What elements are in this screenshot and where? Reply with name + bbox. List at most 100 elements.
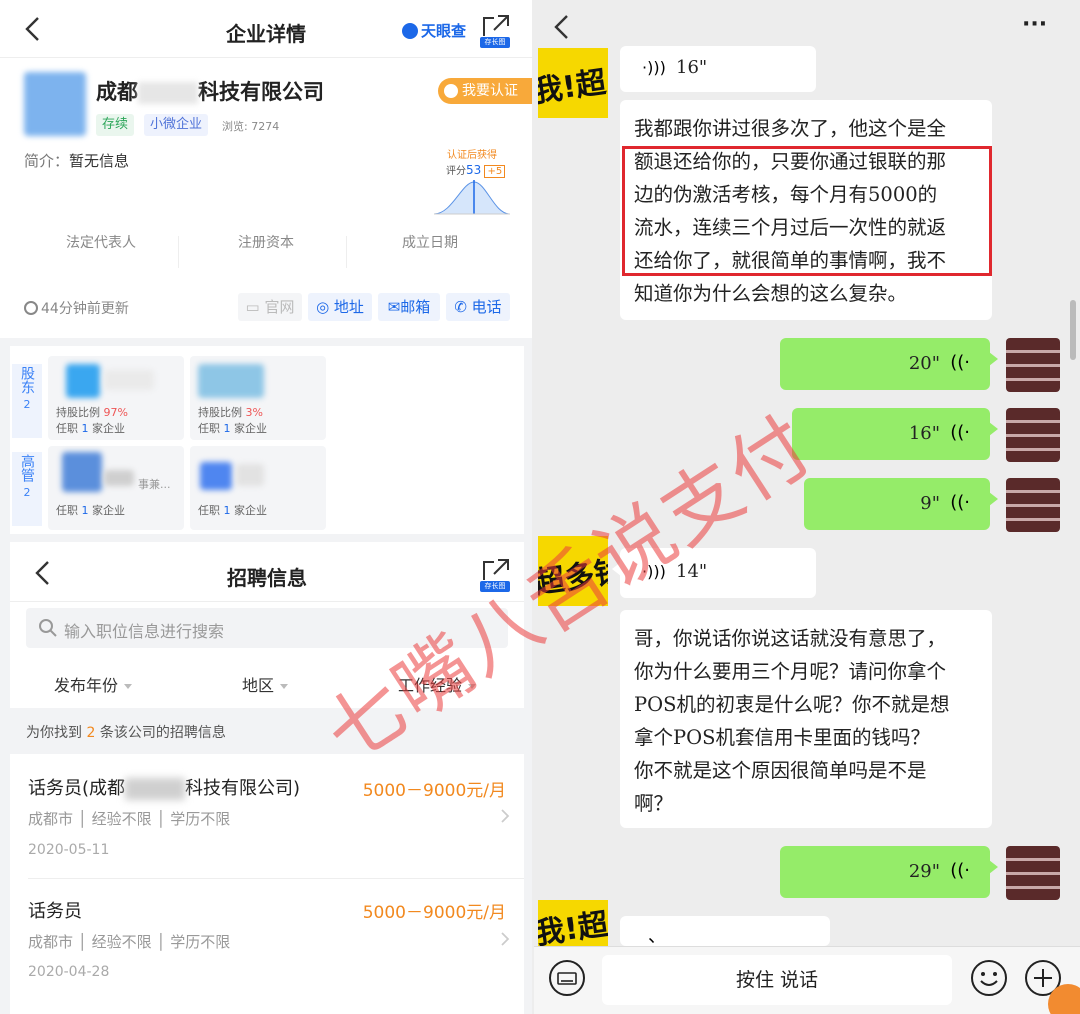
link-website[interactable]: ▭ 官网	[238, 293, 302, 321]
role-suffix: 家企业	[92, 504, 125, 517]
role-prefix: 任职	[198, 504, 220, 517]
voice-duration: 9"	[920, 493, 940, 514]
blurred-name	[104, 370, 154, 390]
my-avatar[interactable]	[1006, 478, 1060, 532]
caret-down-icon	[280, 684, 289, 689]
job-salary: 5000－9000元/月	[362, 781, 506, 801]
role-prefix: 任职	[198, 422, 220, 435]
voice-message-out[interactable]: 20" ((·	[780, 338, 998, 390]
more-icon[interactable]: ···	[1022, 12, 1047, 37]
company-name: 成都 科技有限公司	[96, 76, 324, 106]
shareholder-card-2[interactable]: 持股比例 3% 任职 1 家企业	[190, 356, 326, 440]
search-placeholder: 输入职位信息进行搜索	[64, 622, 225, 641]
voice-message-in[interactable]: ·))) 14"	[612, 548, 816, 598]
update-text: 44分钟前更新	[41, 301, 129, 317]
emoji-icon[interactable]	[970, 959, 1008, 997]
voice-wave-icon: ((·	[950, 422, 970, 443]
job-experience: 经验不限	[91, 933, 152, 951]
job-date: 2020-04-28	[28, 964, 110, 980]
voice-message-out[interactable]: 16" ((·	[792, 408, 998, 460]
voice-message-out[interactable]: 9" ((·	[804, 478, 998, 530]
stat-legal-rep[interactable]: 法定代表人	[66, 232, 136, 252]
filter-region[interactable]: 地区	[242, 672, 289, 696]
link-phone-label: 电话	[471, 298, 502, 316]
manager-label[interactable]: 高管 2	[12, 452, 42, 526]
check-icon	[444, 84, 458, 98]
back-icon[interactable]	[552, 14, 572, 40]
refresh-icon	[24, 301, 38, 315]
score-line: 评分53 +5	[446, 162, 506, 178]
voice-wave-icon: ((·	[950, 492, 970, 513]
manager-count: 2	[23, 486, 31, 499]
job-title-prefix: 话务员(成都	[28, 778, 126, 799]
manager-card-2[interactable]: 任职 1 家企业	[190, 446, 326, 530]
filter-year[interactable]: 发布年份	[54, 672, 133, 696]
contact-avatar[interactable]: 超多钱	[538, 536, 608, 606]
share-long-image-button[interactable]: 存长图	[480, 558, 510, 592]
scrollbar[interactable]	[1070, 300, 1076, 360]
job-meta: 成都市 │ 经验不限 │ 学历不限	[28, 933, 231, 951]
screenshot-root: 企业详情 天眼查 存长图 成都 科技有限公司 我要认证 存续 小微企业 浏览: 7…	[0, 0, 1080, 1014]
chat-input-bar: 按住 说话	[534, 946, 1080, 1014]
intro-value: 暂无信息	[69, 152, 130, 170]
score-chart-title: 认证后获得	[447, 150, 497, 161]
link-phone[interactable]: ✆ 电话	[446, 293, 510, 321]
job-title: 话务员(成都 科技有限公司)	[28, 774, 300, 800]
certify-label: 我要认证	[462, 83, 518, 99]
blurred-name	[138, 82, 198, 104]
stat-founded[interactable]: 成立日期	[402, 232, 458, 252]
logo-icon	[402, 22, 418, 39]
share-ratio: 持股比例 97%	[56, 404, 128, 420]
job-education: 学历不限	[170, 810, 231, 828]
company-name-suffix: 科技有限公司	[198, 80, 324, 104]
score-chart[interactable]: 认证后获得 评分53 +5	[432, 146, 512, 218]
divider	[178, 236, 179, 268]
job-search-input[interactable]: 输入职位信息进行搜索	[26, 608, 508, 648]
manager-card-1[interactable]: 事兼... 任职 1 家企业	[48, 446, 184, 530]
role-suffix: 家企业	[92, 422, 125, 435]
my-avatar[interactable]	[1006, 846, 1060, 900]
shareholder-label-text: 股东	[19, 366, 35, 394]
shareholder-count: 2	[23, 398, 31, 411]
share-long-image-button[interactable]: 存长图	[480, 14, 510, 48]
mail-icon: ✉	[387, 298, 401, 316]
search-icon	[39, 619, 57, 637]
voice-message-out[interactable]: 29" ((·	[780, 846, 998, 898]
link-email-label: 邮箱	[400, 298, 431, 316]
share-ratio: 持股比例 3%	[198, 404, 263, 420]
intro-label: 简介：	[24, 152, 70, 170]
message-line: 我都跟你讲过很多次了，他这个是全	[634, 117, 947, 140]
contact-avatar[interactable]: 我!超	[538, 48, 608, 118]
shareholder-label[interactable]: 股东 2	[12, 364, 42, 438]
divider	[28, 878, 524, 879]
contact-avatar[interactable]: 我!超	[538, 900, 608, 946]
certify-button[interactable]: 我要认证	[438, 78, 532, 104]
avatar	[198, 364, 264, 398]
shareholder-card-1[interactable]: 持股比例 97% 任职 1 家企业	[48, 356, 184, 440]
company-name-prefix: 成都	[96, 80, 138, 104]
link-website-label: 官网	[264, 298, 295, 316]
role-info: 任职 1 家企业	[56, 420, 125, 436]
link-address[interactable]: ◎ 地址	[308, 293, 372, 321]
update-info: 44分钟前更新	[24, 298, 129, 318]
my-avatar[interactable]	[1006, 338, 1060, 392]
hold-to-talk-button[interactable]: 按住 说话	[602, 955, 952, 1005]
result-bar: 为你找到 2 条该公司的招聘信息	[10, 708, 524, 754]
role-info: 任职 1 家企业	[56, 502, 125, 518]
location-icon: ◎	[316, 298, 334, 316]
my-avatar[interactable]	[1006, 408, 1060, 462]
status-badge: 存续	[96, 114, 135, 136]
message-line: 你不就是这个原因很简单吗是不是	[634, 759, 927, 782]
keyboard-icon[interactable]	[548, 959, 586, 997]
share-badge: 存长图	[480, 37, 510, 48]
filter-experience[interactable]: 工作经验	[398, 672, 477, 696]
voice-message-in[interactable]: ·))) 16"	[620, 46, 816, 92]
blurred-name	[125, 778, 186, 800]
tianyancha-logo: 天眼查	[402, 20, 466, 41]
voice-wave-icon: ((·	[950, 352, 970, 373]
link-email[interactable]: ✉邮箱	[378, 293, 440, 321]
stat-capital[interactable]: 注册资本	[238, 232, 294, 252]
avatar	[200, 462, 232, 490]
partial-message-in[interactable]: 、	[620, 916, 830, 947]
role-prefix: 任职	[56, 422, 78, 435]
